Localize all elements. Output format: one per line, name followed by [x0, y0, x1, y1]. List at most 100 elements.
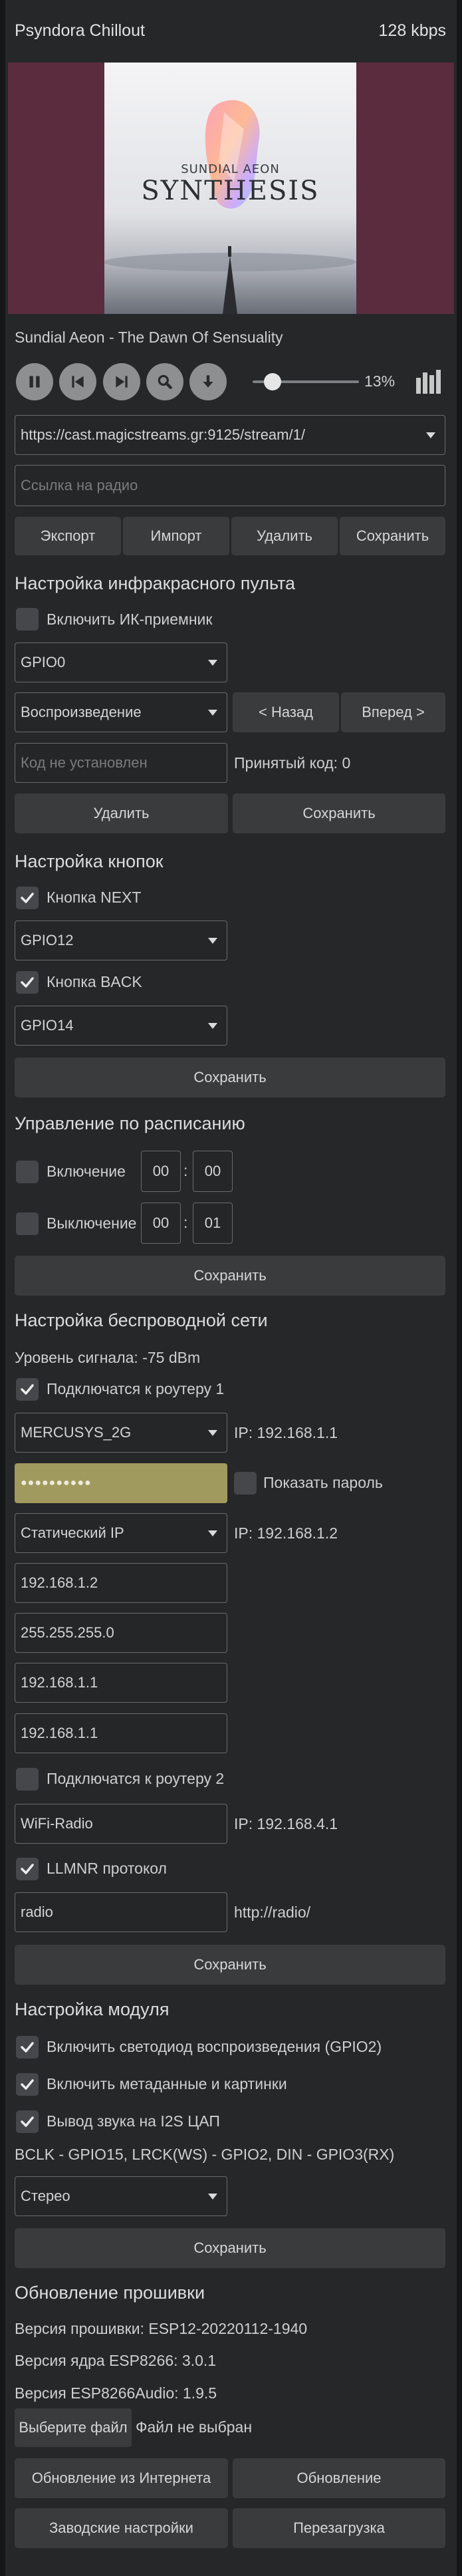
llmnr-checkbox[interactable]: [16, 1858, 39, 1880]
wifi-save-button[interactable]: Сохранить: [15, 1945, 445, 1985]
checkmark-icon: [21, 2079, 34, 2090]
pause-button[interactable]: [16, 363, 53, 400]
schedule-on-hour[interactable]: 00: [141, 1151, 181, 1192]
schedule-on-minute[interactable]: 00: [193, 1151, 233, 1192]
cover-title: SYNTHESIS: [141, 176, 320, 206]
password-input[interactable]: ●●●●●●●●●●: [15, 1463, 227, 1503]
ip-mode-ip: IP: 192.168.1.2: [234, 1524, 338, 1542]
router1-label: Подключатся к роутеру 1: [47, 1380, 225, 1397]
firmware-version: Версия прошивки: ESP12-20220112-1940: [15, 2320, 308, 2337]
checkmark-icon: [21, 893, 34, 903]
back-gpio-select[interactable]: GPIO14: [15, 1006, 227, 1046]
choose-file-button[interactable]: Выберите файл: [15, 2408, 132, 2447]
schedule-off-label: Выключение: [47, 1215, 137, 1232]
save-station-button[interactable]: Сохранить: [340, 517, 445, 555]
ir-enable-label: Включить ИК-приемник: [47, 611, 213, 628]
schedule-save-button[interactable]: Сохранить: [15, 1256, 445, 1296]
next-button[interactable]: [103, 363, 140, 400]
update-internet-button[interactable]: Обновление из Интернета: [15, 2458, 228, 2498]
metadata-checkbox[interactable]: [16, 2073, 39, 2096]
ssid1-select[interactable]: MERCUSYS_2G: [15, 1413, 227, 1453]
buttons-save-button[interactable]: Сохранить: [15, 1058, 445, 1097]
llmnr-label: LLMNR протокол: [47, 1860, 167, 1877]
next-button-label: Кнопка NEXT: [47, 889, 142, 906]
skip-previous-icon: [72, 376, 84, 388]
track-title: Sundial Aeon - The Dawn Of Sensuality: [15, 329, 283, 346]
cover-artist: SUNDIAL AEON: [181, 162, 280, 176]
reboot-button[interactable]: Перезагрузка: [233, 2508, 445, 2548]
bitrate-label: 128 kbps: [378, 21, 446, 40]
export-button[interactable]: Экспорт: [15, 517, 121, 555]
schedule-off-separator: :: [183, 1214, 188, 1231]
next-button-checkbox[interactable]: [16, 887, 39, 909]
hostname-input[interactable]: radio: [15, 1892, 227, 1932]
ssid1-ip: IP: 192.168.1.1: [234, 1424, 338, 1441]
schedule-on-checkbox[interactable]: [16, 1161, 39, 1183]
previous-button[interactable]: [59, 363, 96, 400]
firmware-section-title: Обновление прошивки: [15, 2283, 205, 2303]
wifi-section-title: Настройка беспроводной сети: [15, 1310, 268, 1330]
download-icon: [203, 375, 213, 388]
router2-checkbox[interactable]: [16, 1768, 39, 1790]
dns-input[interactable]: 192.168.1.1: [15, 1713, 227, 1753]
back-button-label: Кнопка BACK: [47, 973, 142, 990]
led-checkbox[interactable]: [16, 2036, 39, 2059]
checkmark-icon: [21, 2042, 34, 2053]
router1-checkbox[interactable]: [16, 1378, 39, 1401]
schedule-on-label: Включение: [47, 1163, 126, 1180]
ir-code-input[interactable]: Код не установлен: [15, 743, 227, 783]
pause-icon: [29, 376, 40, 388]
ir-gpio-select[interactable]: GPIO0: [15, 643, 227, 682]
show-password-label: Показать пароль: [263, 1474, 383, 1491]
volume-percent: 13%: [364, 372, 396, 390]
ir-enable-checkbox[interactable]: [16, 608, 39, 631]
checkmark-icon: [21, 1864, 34, 1874]
station-url-select[interactable]: https://cast.magicstreams.gr:9125/stream…: [15, 415, 445, 455]
ssid2-input[interactable]: WiFi-Radio: [15, 1804, 227, 1844]
download-button[interactable]: [189, 363, 227, 400]
ssid2-ip: IP: 192.168.4.1: [234, 1815, 338, 1832]
module-save-button[interactable]: Сохранить: [15, 2228, 445, 2268]
station-link-input[interactable]: Ссылка на радио: [15, 465, 445, 506]
ir-received-code: Принятый код: 0: [234, 754, 351, 772]
skip-next-icon: [116, 376, 128, 388]
led-label: Включить светодиод воспроизведения (GPIO…: [47, 2038, 382, 2055]
ir-save-button[interactable]: Сохранить: [233, 793, 445, 833]
buttons-section-title: Настройка кнопок: [15, 851, 164, 871]
checkmark-icon: [21, 1384, 34, 1395]
gateway-input[interactable]: 192.168.1.1: [15, 1663, 227, 1703]
ip-mode-select[interactable]: Статический IP: [15, 1513, 227, 1553]
static-ip-input[interactable]: 192.168.1.2: [15, 1563, 227, 1603]
next-gpio-select[interactable]: GPIO12: [15, 921, 227, 960]
show-password-checkbox[interactable]: [234, 1472, 257, 1495]
import-button[interactable]: Импорт: [123, 517, 229, 555]
station-title: Psyndora Chillout: [15, 21, 145, 40]
factory-reset-button[interactable]: Заводские настройки: [15, 2508, 228, 2548]
audio-version: Версия ESP8266Audio: 1.9.5: [15, 2384, 217, 2402]
update-button[interactable]: Обновление: [233, 2458, 445, 2498]
wifi-signal-level: Уровень сигнала: -75 dBm: [15, 1349, 201, 1366]
checkmark-icon: [21, 2116, 34, 2127]
ir-forward-button[interactable]: Вперед >: [341, 692, 445, 732]
ir-back-button[interactable]: < Назад: [233, 692, 339, 732]
file-status: Файл не выбран: [136, 2418, 253, 2436]
schedule-on-separator: :: [183, 1162, 188, 1179]
search-icon: [158, 374, 172, 389]
ir-action-select[interactable]: Воспроизведение: [15, 692, 227, 732]
schedule-off-hour[interactable]: 00: [141, 1203, 181, 1244]
equalizer-icon[interactable]: [415, 368, 441, 395]
i2s-checkbox[interactable]: [16, 2110, 39, 2133]
netmask-input[interactable]: 255.255.255.0: [15, 1613, 227, 1653]
router2-label: Подключатся к роутеру 2: [47, 1770, 225, 1787]
delete-station-button[interactable]: Удалить: [231, 517, 338, 555]
search-button[interactable]: [146, 363, 183, 400]
host-url: http://radio/: [234, 1904, 311, 1921]
module-section-title: Настройка модуля: [15, 1999, 170, 2019]
ir-delete-button[interactable]: Удалить: [15, 793, 228, 833]
audio-mode-select[interactable]: Стерео: [15, 2176, 227, 2216]
back-button-checkbox[interactable]: [16, 971, 39, 994]
schedule-off-checkbox[interactable]: [16, 1213, 39, 1235]
schedule-off-minute[interactable]: 01: [193, 1203, 233, 1244]
metadata-label: Включить метаданные и картинки: [47, 2075, 287, 2092]
i2s-pins: BCLK - GPIO15, LRCK(WS) - GPIO2, DIN - G…: [15, 2146, 395, 2163]
